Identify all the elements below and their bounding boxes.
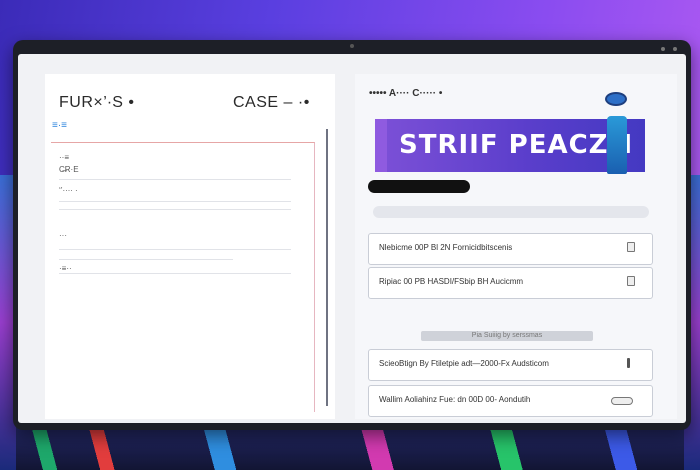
brand-subtitle[interactable]: ≡·≡ xyxy=(52,120,67,131)
form-input[interactable] xyxy=(59,249,291,250)
banner-text: STRIIF PEACZ´I xyxy=(399,130,634,160)
figure-icon xyxy=(607,116,627,174)
form-input[interactable] xyxy=(59,273,291,274)
status-dots xyxy=(661,47,677,51)
field-underline xyxy=(59,201,291,202)
status-dot-icon xyxy=(673,47,677,51)
form-field-label: ·≡·· xyxy=(59,264,72,273)
form-input[interactable] xyxy=(59,209,291,210)
screen: FUR×’·S • ≡·≡ CASE – ·• ··≡ C̶̶R·E ‘’···… xyxy=(18,54,686,423)
status-dot-icon xyxy=(661,47,665,51)
camera-icon xyxy=(350,44,354,48)
promo-banner[interactable]: STRIIF PEACZ´I xyxy=(375,116,645,174)
case-form-panel: FUR×’·S • ≡·≡ CASE – ·• ··≡ C̶̶R·E ‘’···… xyxy=(45,74,335,419)
list-item[interactable]: Wallim Aoliahinz Fue: dn 00D 00- Aonduti… xyxy=(368,385,653,417)
field-underline xyxy=(59,179,291,180)
brand-logo: FUR×’·S • xyxy=(59,94,135,111)
form-field-label: ··· xyxy=(59,231,67,240)
redacted-bar xyxy=(368,180,470,193)
list-item[interactable]: ScieoBtign By Ftiletpie adt—2000-Fx Auds… xyxy=(368,349,653,381)
form-field-label: C̶̶R·E xyxy=(59,165,79,174)
list-item[interactable]: Ripiac 00 PB HASDI/FSbip BH Aucicmm xyxy=(368,267,653,299)
document-icon[interactable] xyxy=(627,242,635,252)
form-field-label: ‘’···· · xyxy=(59,186,78,195)
more-icon[interactable] xyxy=(627,358,630,368)
search-input[interactable] xyxy=(373,206,649,218)
case-form: ··≡ C̶̶R·E ‘’···· · ··· ·≡·· xyxy=(51,142,315,412)
toggle-icon[interactable] xyxy=(611,397,633,405)
list-item-label: Ripiac 00 PB HASDI/FSbip BH Aucicmm xyxy=(379,277,524,286)
list-item-label: Nlebicme 00P Bl 2N Fornicidbitscenis xyxy=(379,243,513,252)
list-item-label: ScieoBtign By Ftiletpie adt—2000-Fx Auds… xyxy=(379,359,549,368)
list-item-label: Wallim Aoliahinz Fue: dn 00D 00- Aonduti… xyxy=(379,395,531,404)
tablet-device: FUR×’·S • ≡·≡ CASE – ·• ··≡ C̶̶R·E ‘’···… xyxy=(13,40,691,430)
section-label: Pia Suiiig by serssmas xyxy=(421,331,593,341)
case-detail-panel: ••••• A···· C····· • STRIIF PEACZ´I Nleb… xyxy=(355,74,677,419)
detail-title: ••••• A···· C····· • xyxy=(369,88,443,99)
document-icon[interactable] xyxy=(627,276,635,286)
list-item[interactable]: Nlebicme 00P Bl 2N Fornicidbitscenis xyxy=(368,233,653,265)
panel-divider xyxy=(326,129,328,406)
case-title: CASE – ·• xyxy=(233,94,310,111)
form-input[interactable] xyxy=(59,259,233,260)
settings-icon[interactable] xyxy=(605,92,627,106)
